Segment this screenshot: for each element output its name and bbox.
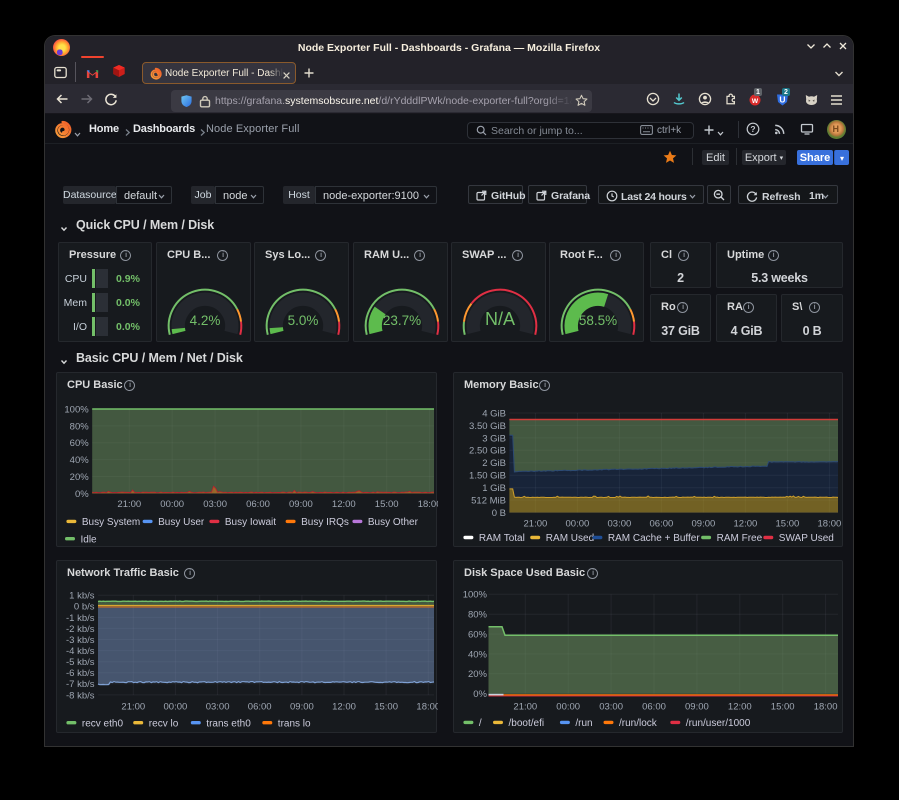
svg-text:12:00: 12:00 — [332, 499, 356, 510]
svg-text:12:00: 12:00 — [728, 702, 752, 713]
svg-text:-8 kb/s: -8 kb/s — [66, 690, 95, 701]
svg-text:18:00: 18:00 — [418, 499, 438, 510]
svg-text:09:00: 09:00 — [289, 499, 313, 510]
svg-text:1 kb/s: 1 kb/s — [69, 591, 95, 602]
svg-text:06:00: 06:00 — [246, 499, 270, 510]
svg-text:00:00: 00:00 — [566, 518, 590, 529]
svg-text:-4 kb/s: -4 kb/s — [66, 646, 95, 657]
svg-text:15:00: 15:00 — [374, 702, 398, 713]
svg-text:03:00: 03:00 — [599, 702, 623, 713]
svg-text:80%: 80% — [468, 610, 488, 621]
svg-text:/run/user/1000: /run/user/1000 — [686, 718, 751, 729]
svg-text:0%: 0% — [75, 489, 89, 500]
svg-text:100%: 100% — [64, 404, 89, 415]
svg-text:RAM Used: RAM Used — [546, 533, 594, 544]
svg-text:03:00: 03:00 — [608, 518, 632, 529]
svg-text:3.50 GiB: 3.50 GiB — [469, 421, 506, 432]
svg-text:/run/lock: /run/lock — [619, 718, 658, 729]
svg-text:3 GiB: 3 GiB — [482, 433, 506, 444]
svg-text:trans lo: trans lo — [278, 718, 311, 729]
svg-text:80%: 80% — [70, 421, 90, 432]
svg-text:15:00: 15:00 — [375, 499, 399, 510]
svg-text:60%: 60% — [70, 438, 90, 449]
svg-text:U: U — [779, 95, 785, 105]
svg-text:0%: 0% — [473, 689, 487, 700]
svg-text:12:00: 12:00 — [734, 518, 758, 529]
svg-text:recv lo: recv lo — [149, 718, 179, 729]
svg-text:40%: 40% — [70, 455, 90, 466]
svg-text:09:00: 09:00 — [685, 702, 709, 713]
svg-text:trans eth0: trans eth0 — [206, 718, 251, 729]
svg-text:RAM Total: RAM Total — [479, 533, 525, 544]
svg-text:06:00: 06:00 — [248, 702, 272, 713]
svg-text:06:00: 06:00 — [642, 702, 666, 713]
svg-text:N/A: N/A — [485, 309, 515, 329]
svg-text:03:00: 03:00 — [203, 499, 227, 510]
svg-text:1 GiB: 1 GiB — [482, 483, 506, 494]
svg-text:18:00: 18:00 — [818, 518, 842, 529]
svg-text:21:00: 21:00 — [121, 702, 145, 713]
svg-text:SWAP Used: SWAP Used — [779, 533, 834, 544]
svg-text:-5 kb/s: -5 kb/s — [66, 657, 95, 668]
svg-text:00:00: 00:00 — [164, 702, 188, 713]
svg-text:Busy System: Busy System — [82, 517, 140, 528]
svg-text:09:00: 09:00 — [290, 702, 314, 713]
svg-text:00:00: 00:00 — [556, 702, 580, 713]
svg-text:/boot/efi: /boot/efi — [509, 718, 545, 729]
svg-text:-2 kb/s: -2 kb/s — [66, 624, 95, 635]
svg-text:58.5%: 58.5% — [579, 313, 617, 328]
svg-text:20%: 20% — [70, 472, 90, 483]
svg-text:0 B: 0 B — [492, 508, 506, 519]
svg-text:w: w — [751, 96, 759, 105]
svg-text:-6 kb/s: -6 kb/s — [66, 668, 95, 679]
svg-text:1.50 GiB: 1.50 GiB — [469, 471, 506, 482]
svg-text:03:00: 03:00 — [206, 702, 230, 713]
svg-text:40%: 40% — [468, 649, 488, 660]
svg-text:18:00: 18:00 — [814, 702, 838, 713]
svg-text:/: / — [479, 718, 482, 729]
svg-text:2 GiB: 2 GiB — [482, 458, 506, 469]
svg-text:60%: 60% — [468, 630, 488, 641]
svg-text:09:00: 09:00 — [692, 518, 716, 529]
svg-text:RAM Free: RAM Free — [717, 533, 763, 544]
svg-text:512 MiB: 512 MiB — [471, 496, 506, 507]
svg-text:Busy IRQs: Busy IRQs — [301, 517, 349, 528]
svg-text:Idle: Idle — [81, 534, 98, 545]
svg-text:0 b/s: 0 b/s — [74, 602, 95, 613]
svg-text:/run: /run — [575, 718, 592, 729]
svg-text:21:00: 21:00 — [513, 702, 537, 713]
svg-text:2.50 GiB: 2.50 GiB — [469, 446, 506, 457]
svg-text:15:00: 15:00 — [771, 702, 795, 713]
svg-text:00:00: 00:00 — [160, 499, 184, 510]
svg-text:06:00: 06:00 — [650, 518, 674, 529]
svg-text:recv eth0: recv eth0 — [82, 718, 124, 729]
svg-text:4 GiB: 4 GiB — [482, 408, 506, 419]
svg-text:12:00: 12:00 — [332, 702, 356, 713]
svg-text:-7 kb/s: -7 kb/s — [66, 679, 95, 690]
svg-text:18:00: 18:00 — [416, 702, 438, 713]
svg-text:RAM Cache + Buffer: RAM Cache + Buffer — [608, 533, 700, 544]
svg-text:23.7%: 23.7% — [383, 313, 421, 328]
svg-text:Busy Iowait: Busy Iowait — [225, 517, 276, 528]
svg-text:Busy User: Busy User — [158, 517, 205, 528]
svg-text:5.0%: 5.0% — [288, 313, 319, 328]
svg-text:-1 kb/s: -1 kb/s — [66, 613, 95, 624]
svg-text:-3 kb/s: -3 kb/s — [66, 635, 95, 646]
svg-text:Busy Other: Busy Other — [368, 517, 419, 528]
svg-text:21:00: 21:00 — [117, 499, 141, 510]
svg-text:?: ? — [750, 124, 755, 134]
svg-text:21:00: 21:00 — [524, 518, 548, 529]
svg-text:4.2%: 4.2% — [190, 313, 221, 328]
svg-text:20%: 20% — [468, 669, 488, 680]
svg-text:100%: 100% — [463, 590, 488, 601]
svg-text:15:00: 15:00 — [776, 518, 800, 529]
